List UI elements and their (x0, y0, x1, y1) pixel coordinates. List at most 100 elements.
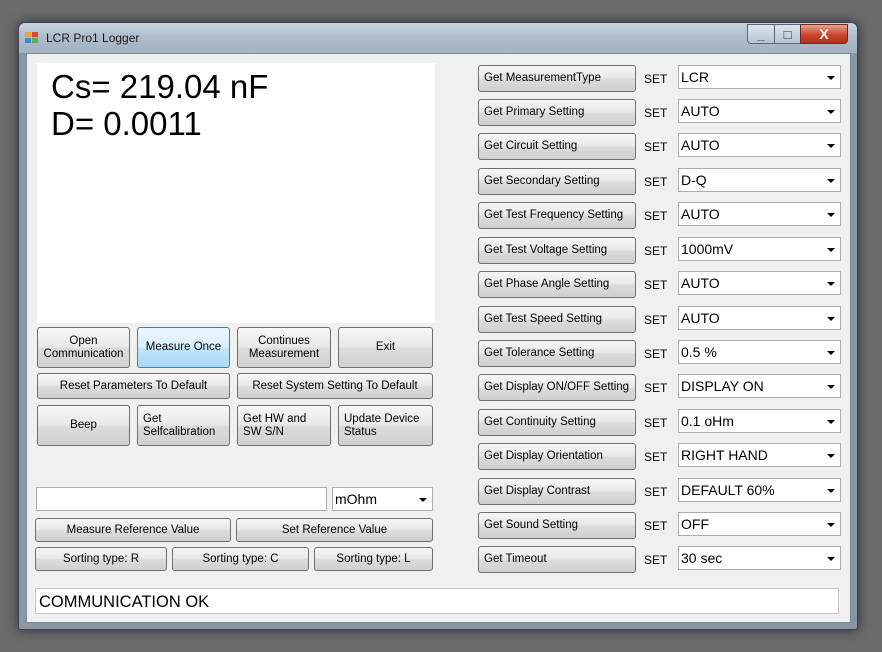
select-value: AUTO (681, 137, 720, 153)
select-value: DISPLAY ON (681, 378, 764, 394)
measurement-display: Cs= 219.04 nF D= 0.0011 (37, 63, 435, 323)
measurement-type-select[interactable]: LCR (678, 65, 841, 89)
tolerance-select[interactable]: 0.5 % (678, 340, 841, 364)
chevron-down-icon (827, 317, 835, 321)
set-label: SET (644, 72, 668, 86)
set-label: SET (644, 175, 668, 189)
set-label: SET (644, 416, 668, 430)
chevron-down-icon (827, 110, 835, 114)
display-contrast-select[interactable]: DEFAULT 60% (678, 478, 841, 502)
display-orientation-select[interactable]: RIGHT HAND (678, 443, 841, 467)
set-label: SET (644, 347, 668, 361)
set-label: SET (644, 381, 668, 395)
primary-reading: Cs= 219.04 nF (51, 68, 269, 105)
reset-parameters-button[interactable]: Reset Parameters To Default (37, 373, 230, 399)
select-value: RIGHT HAND (681, 447, 768, 463)
set-label: SET (644, 519, 668, 533)
select-value: 30 sec (681, 550, 723, 566)
get-sound-button[interactable]: Get Sound Setting (478, 512, 636, 539)
sound-select[interactable]: OFF (678, 512, 841, 536)
select-value: AUTO (681, 206, 720, 222)
chevron-down-icon (827, 454, 835, 458)
select-value: 0.5 % (681, 344, 717, 360)
get-timeout-button[interactable]: Get Timeout (478, 546, 636, 573)
select-value: OFF (681, 516, 709, 532)
display-onoff-select[interactable]: DISPLAY ON (678, 374, 841, 398)
sorting-c-button[interactable]: Sorting type: C (172, 547, 309, 571)
reset-system-button[interactable]: Reset System Setting To Default (237, 373, 433, 399)
sorting-r-button[interactable]: Sorting type: R (35, 547, 167, 571)
timeout-select[interactable]: 30 sec (678, 546, 841, 570)
minimize-button[interactable]: _ (747, 24, 775, 44)
main-panel: Cs= 219.04 nF D= 0.0011 Open Communicati… (26, 53, 851, 623)
status-bar: COMMUNICATION OK (35, 588, 839, 614)
chevron-down-icon (827, 144, 835, 148)
secondary-setting-select[interactable]: D-Q (678, 168, 841, 192)
select-value: 0.1 oHm (681, 413, 734, 429)
measure-once-button[interactable]: Measure Once (137, 327, 230, 368)
set-label: SET (644, 140, 668, 154)
get-selfcalibration-button[interactable]: Get Selfcalibration (137, 405, 230, 446)
measure-reference-button[interactable]: Measure Reference Value (35, 518, 231, 542)
chevron-down-icon (827, 351, 835, 355)
set-label: SET (644, 450, 668, 464)
primary-setting-select[interactable]: AUTO (678, 99, 841, 123)
get-phase-angle-button[interactable]: Get Phase Angle Setting (478, 271, 636, 298)
test-frequency-select[interactable]: AUTO (678, 202, 841, 226)
get-display-orientation-button[interactable]: Get Display Orientation (478, 443, 636, 470)
set-label: SET (644, 485, 668, 499)
get-continuity-button[interactable]: Get Continuity Setting (478, 409, 636, 436)
get-circuit-setting-button[interactable]: Get Circuit Setting (478, 133, 636, 160)
chevron-down-icon (419, 498, 427, 502)
select-value: LCR (681, 69, 710, 85)
get-display-contrast-button[interactable]: Get Display Contrast (478, 478, 636, 505)
chevron-down-icon (827, 248, 835, 252)
set-label: SET (644, 553, 668, 567)
select-value: 1000mV (681, 241, 734, 257)
continues-measurement-button[interactable]: Continues Measurement (237, 327, 331, 368)
select-value: AUTO (681, 310, 720, 326)
maximize-button[interactable]: □ (774, 24, 801, 44)
unit-value: mOhm (335, 491, 377, 507)
chevron-down-icon (827, 282, 835, 286)
set-reference-button[interactable]: Set Reference Value (236, 518, 433, 542)
app-icon (25, 32, 39, 44)
get-measurement-type-button[interactable]: Get MeasurementType (478, 65, 636, 92)
set-label: SET (644, 278, 668, 292)
chevron-down-icon (827, 385, 835, 389)
get-secondary-setting-button[interactable]: Get Secondary Setting (478, 168, 636, 195)
get-primary-setting-button[interactable]: Get Primary Setting (478, 99, 636, 126)
close-button[interactable]: X (800, 24, 848, 44)
chevron-down-icon (827, 489, 835, 493)
get-test-voltage-button[interactable]: Get Test Voltage Setting (478, 237, 636, 264)
title-bar[interactable]: LCR Pro1 Logger _ □ X (19, 23, 857, 53)
continuity-select[interactable]: 0.1 oHm (678, 409, 841, 433)
select-value: AUTO (681, 103, 720, 119)
select-value: AUTO (681, 275, 720, 291)
close-icon: X (819, 26, 829, 42)
get-test-frequency-button[interactable]: Get Test Frequency Setting (478, 202, 636, 229)
update-device-status-button[interactable]: Update Device Status (338, 405, 433, 446)
secondary-reading: D= 0.0011 (51, 105, 202, 142)
test-voltage-select[interactable]: 1000mV (678, 237, 841, 261)
set-label: SET (644, 209, 668, 223)
sorting-l-button[interactable]: Sorting type: L (314, 547, 433, 571)
beep-button[interactable]: Beep (37, 405, 130, 446)
chevron-down-icon (827, 523, 835, 527)
chevron-down-icon (827, 179, 835, 183)
get-test-speed-button[interactable]: Get Test Speed Setting (478, 306, 636, 333)
get-hw-sw-button[interactable]: Get HW and SW S/N (237, 405, 331, 446)
circuit-setting-select[interactable]: AUTO (678, 133, 841, 157)
exit-button[interactable]: Exit (338, 327, 433, 368)
set-label: SET (644, 106, 668, 120)
window-title: LCR Pro1 Logger (46, 31, 140, 45)
reference-input[interactable] (36, 487, 327, 511)
minimize-icon: _ (757, 27, 765, 42)
unit-select[interactable]: mOhm (332, 487, 433, 511)
open-communication-button[interactable]: Open Communication (37, 327, 130, 368)
chevron-down-icon (827, 557, 835, 561)
get-tolerance-button[interactable]: Get Tolerance Setting (478, 340, 636, 367)
test-speed-select[interactable]: AUTO (678, 306, 841, 330)
get-display-onoff-button[interactable]: Get Display ON/OFF Setting (478, 374, 636, 401)
phase-angle-select[interactable]: AUTO (678, 271, 841, 295)
